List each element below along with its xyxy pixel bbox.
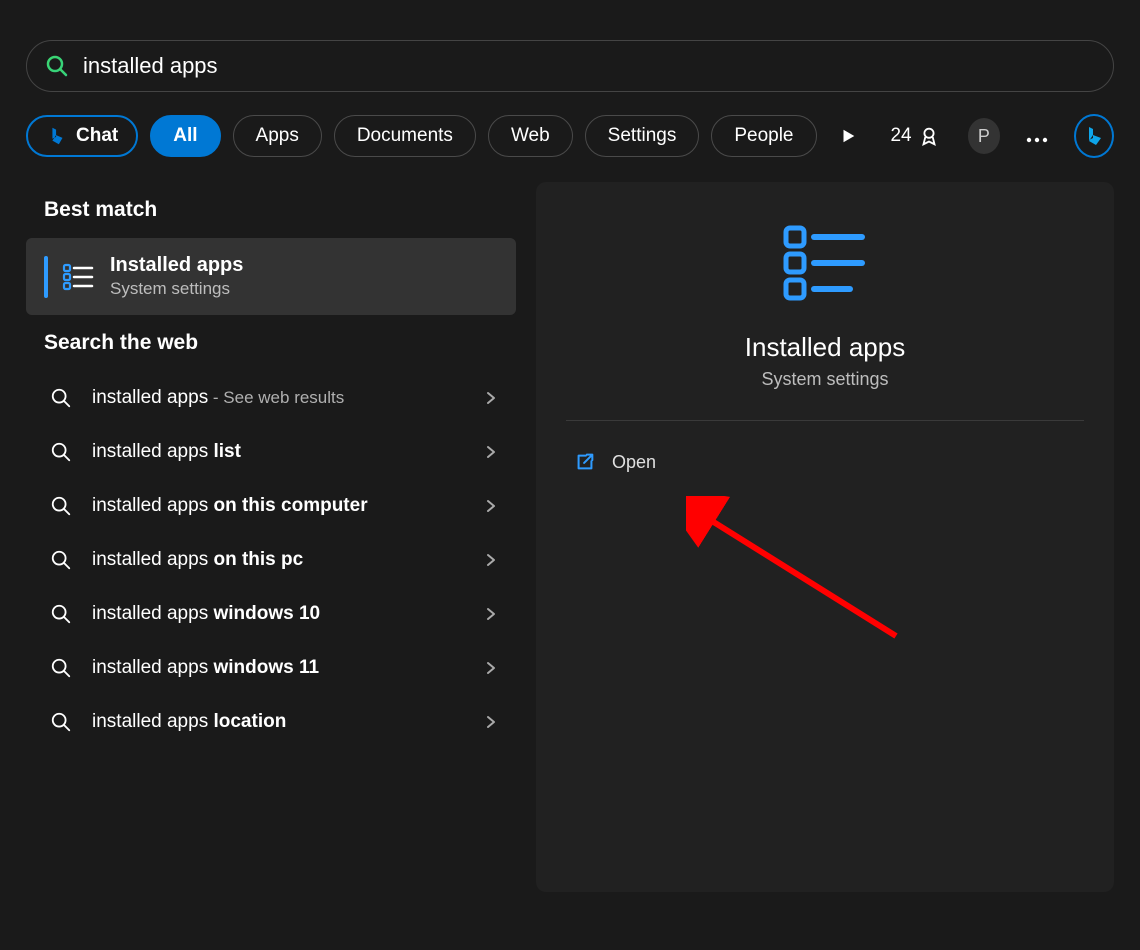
detail-panel: Installed apps System settings Open: [536, 182, 1114, 892]
filter-overflow-icon[interactable]: [839, 126, 857, 146]
web-result-text: installed apps location: [92, 711, 484, 733]
web-result-text: installed apps list: [92, 441, 484, 463]
search-icon: [50, 549, 72, 571]
filter-people-label: People: [734, 125, 793, 147]
search-icon: [50, 495, 72, 517]
filter-documents[interactable]: Documents: [334, 115, 476, 157]
best-match-title: Installed apps: [110, 254, 243, 277]
bing-icon: [1082, 124, 1106, 148]
web-result-text: installed apps on this pc: [92, 549, 484, 571]
chevron-right-icon: [484, 445, 498, 459]
search-icon: [50, 711, 72, 733]
detail-subtitle: System settings: [761, 369, 888, 390]
search-icon: [50, 657, 72, 679]
search-input[interactable]: [83, 53, 1095, 79]
chevron-right-icon: [484, 661, 498, 675]
filter-row: Chat All Apps Documents Web Settings Peo…: [26, 114, 1114, 158]
open-label: Open: [612, 452, 656, 473]
profile-avatar[interactable]: P: [968, 118, 1000, 154]
bing-chat-button[interactable]: [1074, 114, 1114, 158]
web-result[interactable]: installed apps on this pc: [26, 533, 516, 587]
apps-list-icon: [62, 261, 94, 293]
rewards-icon: [918, 125, 940, 147]
web-result[interactable]: installed apps list: [26, 425, 516, 479]
selection-indicator: [44, 256, 48, 298]
search-icon: [50, 603, 72, 625]
web-result[interactable]: installed apps location: [26, 695, 516, 749]
chevron-right-icon: [484, 715, 498, 729]
chevron-right-icon: [484, 607, 498, 621]
filter-web-label: Web: [511, 125, 550, 147]
chevron-right-icon: [484, 499, 498, 513]
chevron-right-icon: [484, 553, 498, 567]
chevron-right-icon: [484, 391, 498, 405]
search-bar[interactable]: [26, 40, 1114, 92]
filter-people[interactable]: People: [711, 115, 816, 157]
rewards-count: 24: [890, 125, 911, 147]
filter-settings-label: Settings: [608, 125, 677, 147]
detail-title: Installed apps: [745, 332, 905, 363]
rewards-button[interactable]: 24: [890, 125, 939, 147]
more-horizontal-icon: [1026, 137, 1048, 143]
best-match-result[interactable]: Installed apps System settings: [26, 238, 516, 315]
open-external-icon: [574, 451, 596, 473]
more-options-button[interactable]: [1026, 123, 1048, 149]
web-result[interactable]: installed apps on this computer: [26, 479, 516, 533]
search-icon: [45, 54, 69, 78]
open-action[interactable]: Open: [566, 441, 1084, 483]
search-icon: [50, 387, 72, 409]
results-column: Best match Installed apps System setting…: [26, 182, 516, 892]
filter-all-label: All: [173, 125, 197, 147]
web-result[interactable]: installed apps windows 10: [26, 587, 516, 641]
web-result-text: installed apps on this computer: [92, 495, 484, 517]
divider: [566, 420, 1084, 421]
best-match-heading: Best match: [44, 198, 498, 222]
bing-chat-icon: [46, 125, 68, 147]
web-result-text: installed apps - See web results: [92, 387, 484, 409]
web-result-text: installed apps windows 10: [92, 603, 484, 625]
chat-pill[interactable]: Chat: [26, 115, 138, 157]
web-result[interactable]: installed apps windows 11: [26, 641, 516, 695]
apps-list-large-icon: [780, 218, 870, 308]
web-result-text: installed apps windows 11: [92, 657, 484, 679]
web-result[interactable]: installed apps - See web results: [26, 371, 516, 425]
filter-all[interactable]: All: [150, 115, 220, 157]
search-icon: [50, 441, 72, 463]
search-web-heading: Search the web: [44, 331, 498, 355]
profile-initial: P: [978, 126, 990, 147]
filter-settings[interactable]: Settings: [585, 115, 700, 157]
filter-apps[interactable]: Apps: [233, 115, 322, 157]
filter-documents-label: Documents: [357, 125, 453, 147]
best-match-subtitle: System settings: [110, 279, 243, 299]
chat-label: Chat: [76, 125, 118, 147]
filter-apps-label: Apps: [256, 125, 299, 147]
filter-web[interactable]: Web: [488, 115, 573, 157]
